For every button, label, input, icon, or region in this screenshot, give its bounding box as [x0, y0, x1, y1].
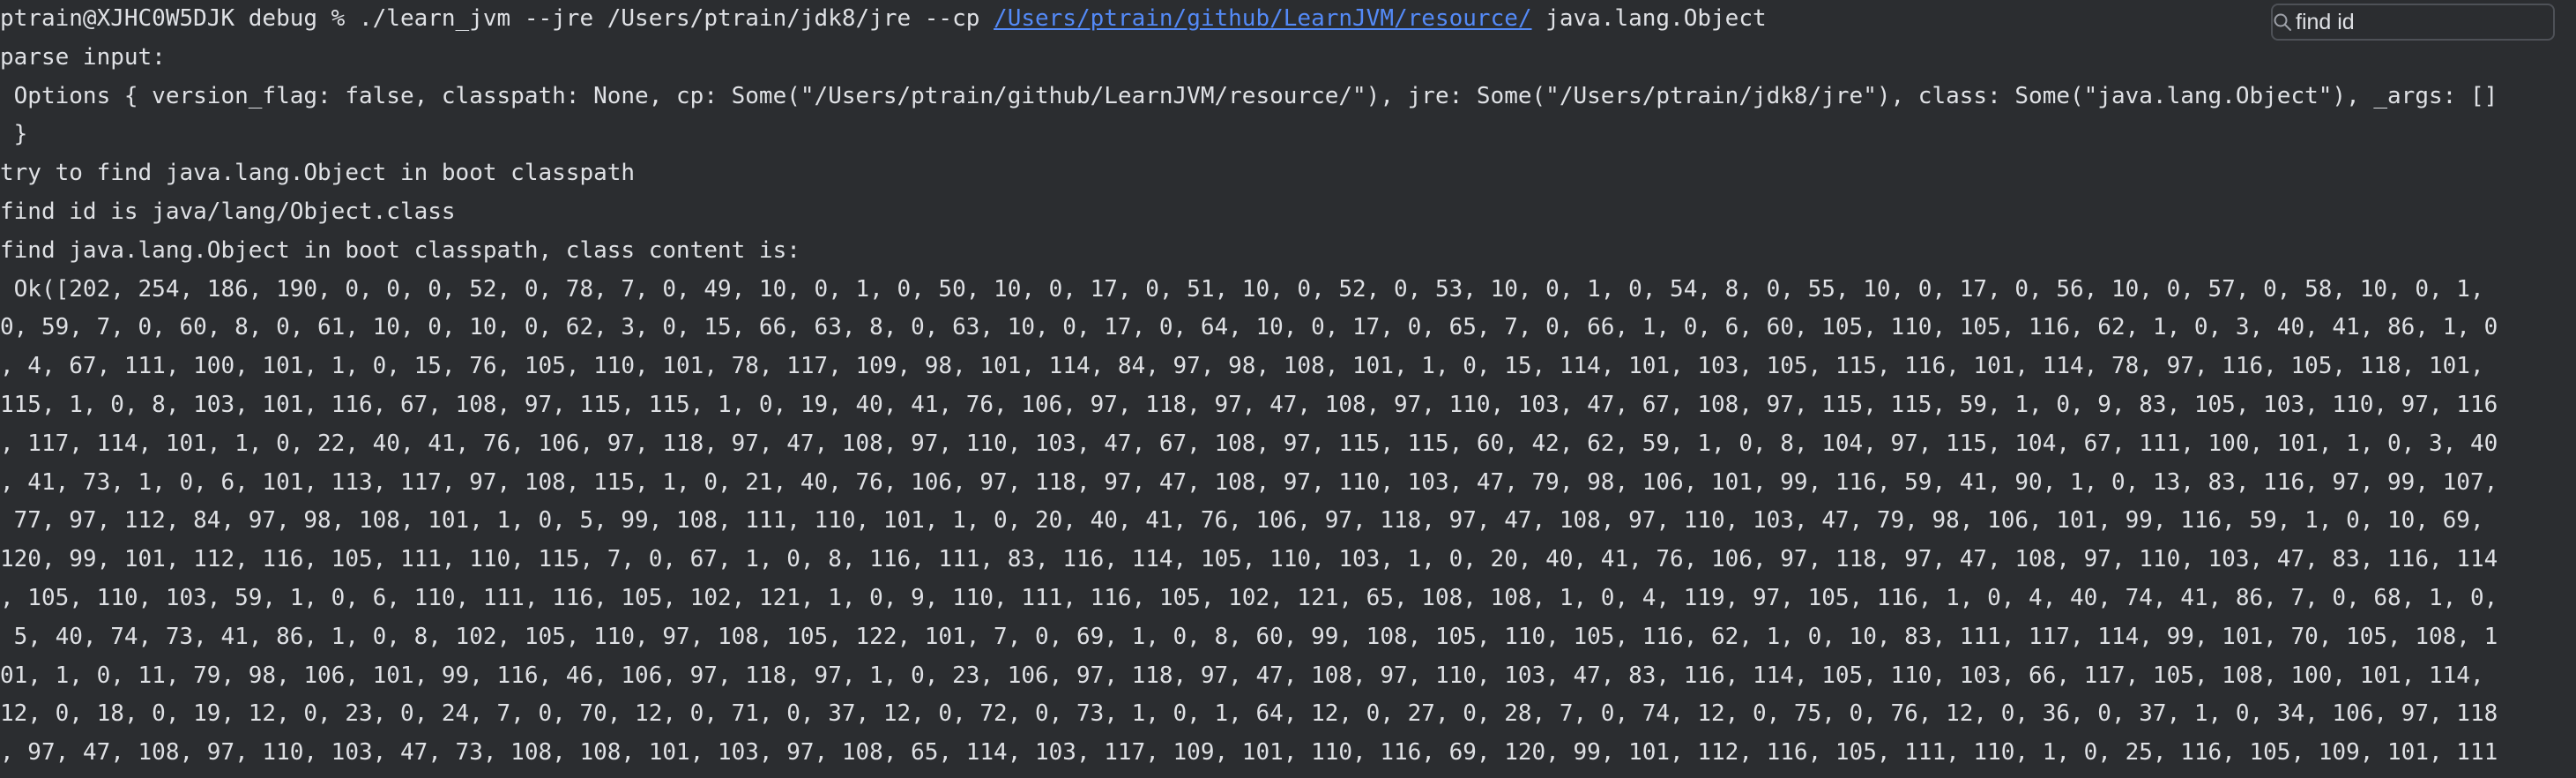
output-line: Options { version_flag: false, classpath…	[0, 82, 2512, 109]
output-line: , 105, 110, 103, 59, 1, 0, 6, 110, 111, …	[0, 584, 2498, 611]
output-line: 120, 99, 101, 112, 116, 105, 111, 110, 1…	[0, 546, 2498, 573]
output-line: Ok([202, 254, 186, 190, 0, 0, 0, 52, 0, …	[0, 275, 2498, 303]
output-line: find id is java/lang/Object.class	[0, 198, 456, 225]
output-line: , 117, 114, 101, 1, 0, 22, 40, 41, 76, 1…	[0, 430, 2498, 457]
search-icon[interactable]	[2273, 5, 2292, 39]
output-line: , 41, 73, 1, 0, 6, 101, 113, 117, 97, 10…	[0, 468, 2498, 496]
output-line: 01, 1, 0, 11, 79, 98, 106, 101, 99, 116,…	[0, 662, 2484, 689]
output-line: }	[0, 121, 28, 148]
command-arg: java.lang.Object	[1531, 5, 1767, 32]
output-line: try to find java.lang.Object in boot cla…	[0, 160, 636, 187]
find-input[interactable]	[2292, 5, 2576, 39]
output-line: , 4, 67, 111, 100, 101, 1, 0, 15, 76, 10…	[0, 353, 2484, 380]
output-line: 12, 0, 18, 0, 19, 12, 0, 23, 0, 24, 7, 0…	[0, 700, 2498, 728]
output-line: find java.lang.Object in boot classpath,…	[0, 236, 800, 264]
output-line: parse input:	[0, 43, 166, 71]
resource-path-link[interactable]: /Users/ptrain/github/LearnJVM/resource/	[994, 5, 1531, 32]
command-prompt-line: ptrain@XJHC0W5DJK debug % ./learn_jvm --…	[0, 0, 2576, 39]
find-bar	[2271, 4, 2576, 41]
output-line: 5, 40, 74, 73, 41, 86, 1, 0, 8, 102, 105…	[0, 623, 2498, 650]
output-line: , 97, 47, 108, 97, 110, 103, 47, 73, 108…	[0, 739, 2498, 767]
output-line: 115, 1, 0, 8, 103, 101, 116, 67, 108, 97…	[0, 391, 2498, 418]
terminal-output[interactable]: ptrain@XJHC0W5DJK debug % ./learn_jvm --…	[0, 0, 2576, 778]
output-lines: parse input: Options { version_flag: fal…	[0, 39, 2576, 773]
command-text: ptrain@XJHC0W5DJK debug % ./learn_jvm --…	[0, 5, 994, 32]
output-line: 0, 59, 7, 0, 60, 8, 0, 61, 10, 0, 10, 0,…	[0, 314, 2498, 341]
output-line: 77, 97, 112, 84, 97, 98, 108, 101, 1, 0,…	[0, 507, 2484, 535]
